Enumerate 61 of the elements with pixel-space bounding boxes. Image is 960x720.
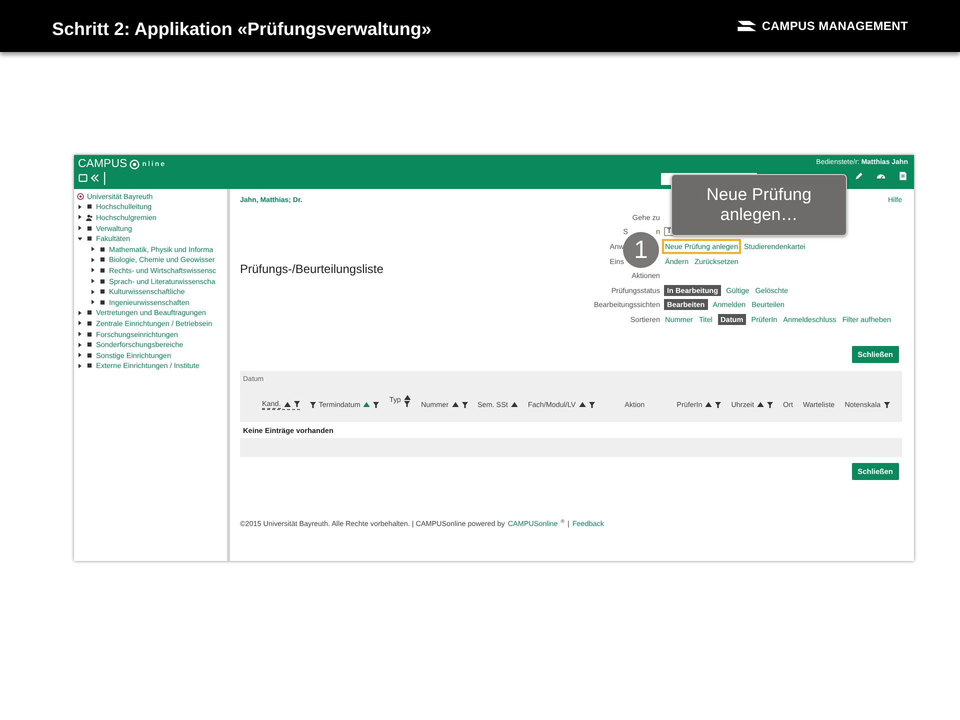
expander-icon[interactable] xyxy=(77,310,83,316)
filter-icon[interactable] xyxy=(588,402,595,408)
sort-icon[interactable] xyxy=(284,402,291,407)
expander-icon[interactable] xyxy=(77,225,83,232)
square-icon xyxy=(86,352,93,359)
expander-icon[interactable] xyxy=(77,331,83,338)
square-icon xyxy=(99,266,106,274)
sort-icon[interactable] xyxy=(510,402,518,408)
logo-icon xyxy=(736,19,758,33)
logo-text: CAMPUS MANAGEMENT xyxy=(762,19,908,33)
pencil-icon[interactable] xyxy=(854,171,864,181)
square-icon xyxy=(99,278,106,285)
sort-icon[interactable] xyxy=(705,402,712,408)
sort-icon[interactable] xyxy=(578,402,586,408)
sort-icon[interactable] xyxy=(452,402,458,408)
square-icon xyxy=(86,341,93,348)
square-icon xyxy=(99,256,106,264)
square-icon xyxy=(86,362,93,370)
expander-icon[interactable] xyxy=(90,256,96,263)
expander-icon[interactable] xyxy=(77,352,83,358)
expander-icon[interactable] xyxy=(90,278,96,284)
expander-icon[interactable] xyxy=(90,299,96,306)
expander-icon[interactable] xyxy=(77,214,83,220)
sort-icon[interactable] xyxy=(404,394,411,400)
square-icon xyxy=(86,330,93,338)
square-icon xyxy=(86,203,93,210)
square-icon xyxy=(99,288,106,296)
filter-icon[interactable] xyxy=(294,401,300,408)
slide-title: Schritt 2: Applikation «Prüfungsverwaltung» xyxy=(52,18,432,40)
expander-icon[interactable] xyxy=(77,320,83,326)
expander-icon[interactable] xyxy=(90,288,96,295)
filter-icon[interactable] xyxy=(310,402,316,408)
document-icon[interactable] xyxy=(898,171,908,181)
square-icon[interactable] xyxy=(78,173,88,183)
square-icon xyxy=(86,309,93,316)
filter-icon[interactable] xyxy=(404,400,410,407)
square-icon xyxy=(86,320,93,327)
divider-icon xyxy=(104,172,106,184)
filter-icon[interactable] xyxy=(373,402,380,408)
expander-icon[interactable] xyxy=(77,236,83,242)
logo-text: CAMPUS xyxy=(78,158,128,170)
square-icon xyxy=(99,298,106,306)
sort-icon[interactable] xyxy=(757,402,764,408)
expander-icon[interactable] xyxy=(77,204,83,210)
filter-icon[interactable] xyxy=(715,402,722,408)
target-icon xyxy=(77,192,84,200)
expander-icon[interactable] xyxy=(77,362,83,369)
square-icon xyxy=(86,235,93,242)
square-icon xyxy=(86,224,93,232)
expander-icon[interactable] xyxy=(77,342,83,348)
filter-icon[interactable] xyxy=(767,402,774,408)
people-icon xyxy=(86,214,93,221)
callout-tooltip: Neue Prüfung anlegen… xyxy=(671,174,847,236)
expander-icon[interactable] xyxy=(90,267,96,274)
collapse-icon[interactable] xyxy=(90,173,100,183)
filter-icon[interactable] xyxy=(884,402,890,408)
page-title: Prüfungs-/Beurteilungsliste xyxy=(240,262,384,276)
filter-icon[interactable] xyxy=(462,402,468,408)
ring-icon xyxy=(129,158,140,170)
expander-icon[interactable] xyxy=(90,246,96,252)
square-icon xyxy=(99,246,106,253)
